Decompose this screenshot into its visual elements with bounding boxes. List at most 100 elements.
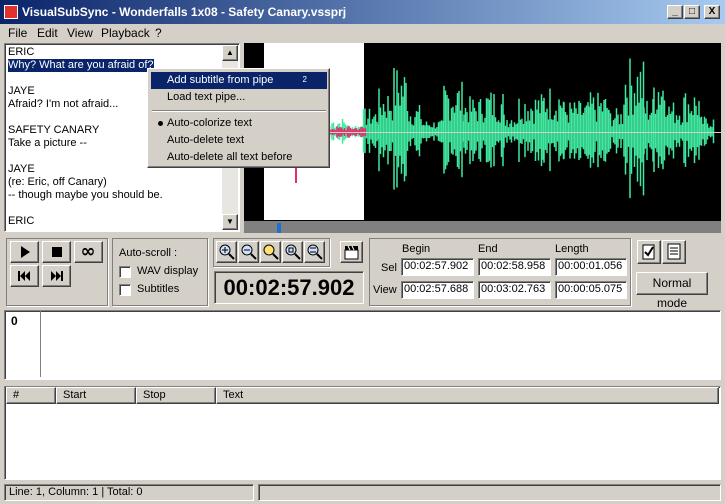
status-bar-panel xyxy=(258,484,721,501)
wav-display-checkbox[interactable] xyxy=(119,266,131,278)
menu-item-add-subtitle-from-pipe[interactable]: Add subtitle from pipe 2 xyxy=(151,72,327,89)
svg-text:∞: ∞ xyxy=(81,242,96,262)
view-end-field[interactable]: 00:03:02.763 xyxy=(478,281,551,299)
zoom-in-button[interactable] xyxy=(216,241,237,263)
text-line[interactable]: -- though maybe you should be. xyxy=(8,189,220,202)
minimize-button[interactable]: _ xyxy=(667,5,683,19)
sel-length-field[interactable]: 00:00:01.056 xyxy=(555,258,627,276)
clapper-button[interactable] xyxy=(340,241,363,263)
radio-bullet-icon xyxy=(158,121,163,126)
skip-forward-icon xyxy=(51,271,63,281)
text-line-content: Why? What are you afraid of? xyxy=(8,59,154,72)
zoom-fit-button[interactable] xyxy=(282,241,303,263)
text-line-content: ERIC xyxy=(8,215,35,227)
zoom-selection-icon xyxy=(263,244,279,260)
playback-cursor[interactable] xyxy=(277,223,281,233)
subtitle-editor[interactable]: 0 xyxy=(4,310,721,380)
menu-item-auto-delete-text[interactable]: Auto-delete text xyxy=(151,132,327,149)
column-header-number[interactable]: # xyxy=(6,387,56,404)
sel-label: Sel xyxy=(381,262,397,274)
subtitles-label: Subtitles xyxy=(137,283,180,295)
text-line-content: ERIC xyxy=(8,46,35,58)
current-time-display: 00:02:57.902 xyxy=(214,271,364,304)
zoom-out-button[interactable] xyxy=(238,241,259,263)
menu-item-load-text-pipe[interactable]: Load text pipe... xyxy=(151,89,327,106)
subtitle-index: 0 xyxy=(5,311,41,377)
wav-display-label: WAV display xyxy=(137,265,199,277)
menu-item-label: Auto-delete all text before xyxy=(167,151,293,163)
menu-item-label: Add subtitle from pipe xyxy=(167,74,274,86)
window-title: VisualSubSync - Wonderfalls 1x08 - Safet… xyxy=(22,5,347,19)
loop-icon: ∞ xyxy=(81,241,96,262)
skip-back-button[interactable] xyxy=(10,265,39,287)
loop-button[interactable]: ∞ xyxy=(74,241,103,263)
maximize-button[interactable]: □ xyxy=(684,5,700,19)
menu-view[interactable]: View xyxy=(67,26,93,40)
checklist-icon xyxy=(642,244,655,260)
column-header-stop[interactable]: Stop xyxy=(136,387,216,404)
skip-back-icon xyxy=(18,271,30,281)
stop-icon xyxy=(52,247,62,257)
menu-item-auto-colorize[interactable]: Auto-colorize text xyxy=(151,115,327,132)
clapperboard-icon xyxy=(344,245,359,260)
menu-item-label: Load text pipe... xyxy=(167,91,246,103)
text-line[interactable]: ERIC xyxy=(8,46,220,59)
text-line[interactable]: Why would I be afraid of... xyxy=(8,228,220,229)
text-line-content: SAFETY CANARY xyxy=(8,124,100,136)
text-line-content: JAYE xyxy=(8,163,35,175)
close-button[interactable]: X xyxy=(704,5,720,19)
text-line[interactable]: ERIC xyxy=(8,215,220,228)
play-button[interactable] xyxy=(10,241,39,263)
begin-header: Begin xyxy=(402,243,431,255)
view-label: View xyxy=(373,284,397,296)
autoscroll-label: Auto-scroll : xyxy=(119,247,178,259)
text-line-content: Afraid? I'm not afraid... xyxy=(8,98,119,110)
menu-item-auto-delete-all-before[interactable]: Auto-delete all text before xyxy=(151,149,327,166)
app-icon xyxy=(4,5,18,19)
normal-mode-button[interactable]: Normal mode xyxy=(636,272,708,310)
text-line-content: Take a picture -- xyxy=(8,137,87,149)
menu-item-label: Auto-delete text xyxy=(167,134,245,146)
end-header: End xyxy=(478,243,498,255)
menu-help[interactable]: ? xyxy=(155,26,162,40)
status-bar: Line: 1, Column: 1 | Total: 0 xyxy=(4,484,254,501)
document-icon xyxy=(667,243,681,260)
text-line-content: JAYE xyxy=(8,85,35,97)
title-bar: VisualSubSync - Wonderfalls 1x08 - Safet… xyxy=(0,0,725,24)
text-line-content: Why would I be afraid of... xyxy=(8,228,135,229)
zoom-in-icon xyxy=(219,244,235,260)
shortcut-hint: 2 xyxy=(302,75,307,84)
length-header: Length xyxy=(555,243,589,255)
column-header-start[interactable]: Start xyxy=(56,387,136,404)
menu-edit[interactable]: Edit xyxy=(37,26,58,40)
stop-button[interactable] xyxy=(42,241,71,263)
document-button[interactable] xyxy=(662,240,686,264)
menu-bar: File Edit View Playback ? xyxy=(0,24,725,42)
zoom-out-icon xyxy=(241,244,257,260)
zoom-selection-button[interactable] xyxy=(260,241,281,263)
menu-item-label: Auto-colorize text xyxy=(167,117,252,129)
sel-end-field[interactable]: 00:02:58.958 xyxy=(478,258,551,276)
subtitle-list[interactable]: # Start Stop Text xyxy=(4,386,721,480)
text-line-content: -- though maybe you should be. xyxy=(8,189,163,201)
zoom-all-icon xyxy=(307,244,323,260)
text-line[interactable]: (re: Eric, off Canary) xyxy=(8,176,220,189)
check-button[interactable] xyxy=(637,240,661,264)
play-icon xyxy=(21,246,30,258)
view-begin-field[interactable]: 00:02:57.688 xyxy=(401,281,474,299)
sel-begin-field[interactable]: 00:02:57.902 xyxy=(401,258,474,276)
zoom-fit-icon xyxy=(285,244,301,260)
scroll-up-button[interactable]: ▲ xyxy=(222,45,238,61)
column-header-text[interactable]: Text xyxy=(216,387,719,404)
subtitles-checkbox[interactable] xyxy=(119,284,131,296)
zoom-all-button[interactable] xyxy=(304,241,325,263)
context-menu: Add subtitle from pipe 2 Load text pipe.… xyxy=(147,68,330,168)
blank-line[interactable] xyxy=(8,202,220,215)
waveform-scrollbar[interactable] xyxy=(244,221,721,233)
menu-playback[interactable]: Playback xyxy=(101,26,150,40)
skip-forward-button[interactable] xyxy=(42,265,71,287)
view-length-field[interactable]: 00:00:05.075 xyxy=(555,281,627,299)
scroll-down-button[interactable]: ▼ xyxy=(222,214,238,230)
menu-separator xyxy=(152,110,326,112)
menu-file[interactable]: File xyxy=(8,26,27,40)
